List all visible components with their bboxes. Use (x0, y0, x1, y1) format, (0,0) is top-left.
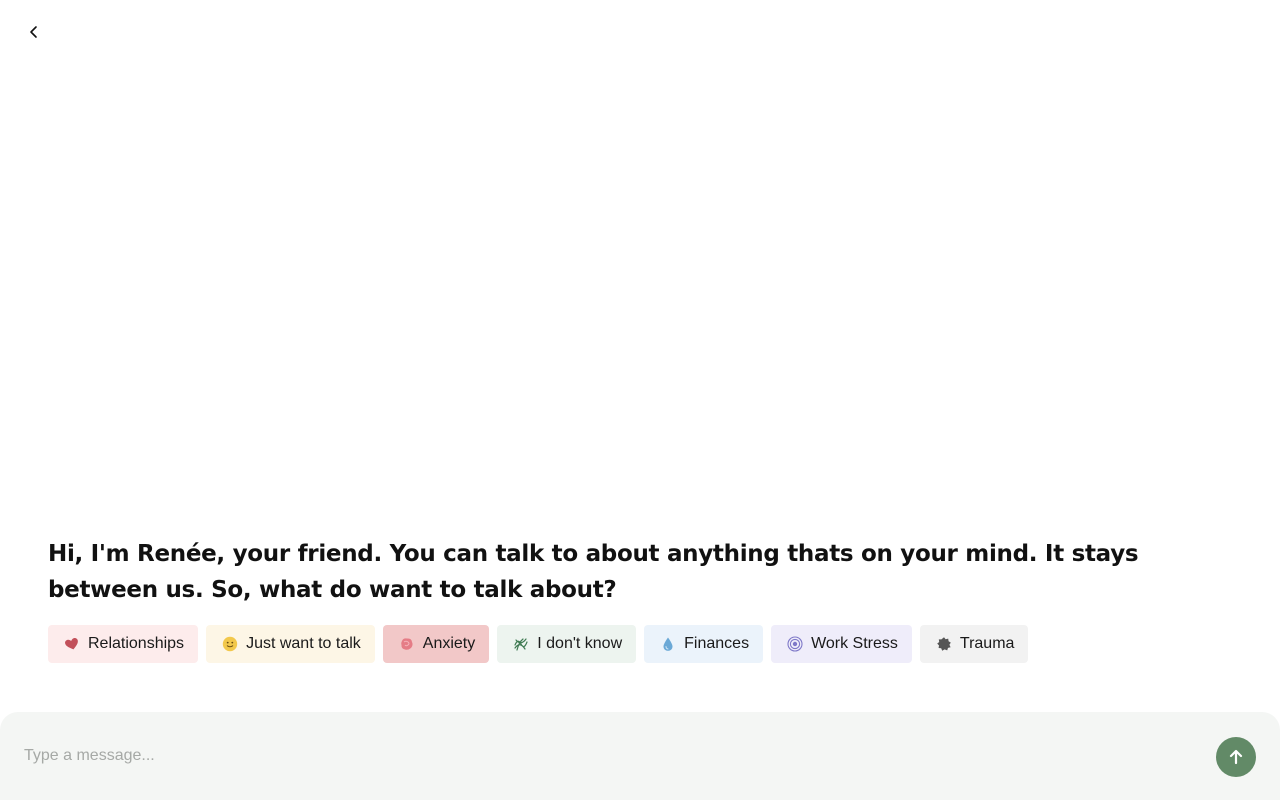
topic-chip-relationships[interactable]: Relationships (48, 625, 199, 663)
topic-chip-label: Anxiety (422, 635, 476, 652)
topic-chip-label: Just want to talk (246, 635, 361, 652)
anxiety-icon (399, 636, 415, 652)
send-button[interactable] (1216, 737, 1256, 777)
topic-chip-work-stress[interactable]: Work Stress (771, 625, 912, 663)
topic-chip-just-want-to-talk[interactable]: Just want to talk (206, 625, 375, 663)
topic-chips: Relationships Just want to talk Anxiety … (48, 625, 1029, 663)
spiral-icon (787, 636, 803, 652)
topic-chip-label: Work Stress (811, 635, 898, 652)
topic-chip-i-dont-know[interactable]: I don't know (497, 625, 637, 663)
chevron-left-icon (30, 26, 37, 38)
topic-chip-trauma[interactable]: Trauma (919, 625, 1029, 663)
topic-chip-finances[interactable]: Finances (644, 625, 764, 663)
heart-icon (64, 636, 80, 652)
arrow-up-icon (1229, 749, 1243, 765)
topic-chip-label: I don't know (537, 635, 623, 652)
message-composer (0, 712, 1280, 800)
greeting-message: Hi, I'm Renée, your friend. You can talk… (48, 541, 1139, 603)
back-button[interactable] (22, 20, 46, 44)
cloud-icon (936, 636, 952, 652)
tangle-icon (513, 636, 529, 652)
message-input[interactable] (24, 744, 1184, 768)
drop-icon (660, 636, 676, 652)
smile-icon (222, 636, 238, 652)
topic-chip-label: Trauma (959, 635, 1015, 652)
topic-chip-anxiety[interactable]: Anxiety (382, 625, 490, 663)
chat-page: Hi, I'm Renée, your friend. You can talk… (0, 0, 1280, 800)
topic-chip-label: Relationships (88, 635, 185, 652)
topic-chip-label: Finances (684, 635, 750, 652)
